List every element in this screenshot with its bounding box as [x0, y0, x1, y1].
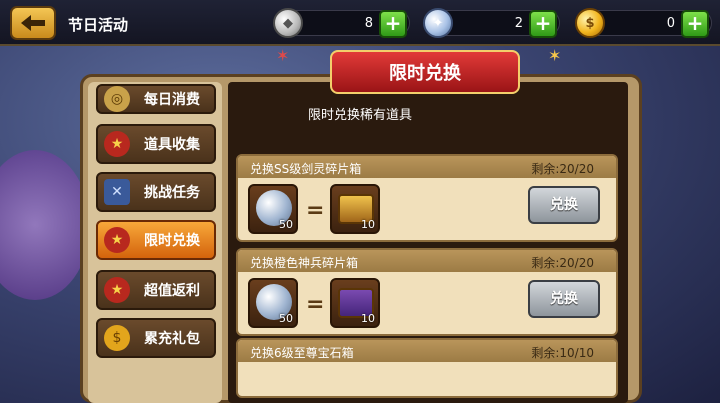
cost-item-slot[interactable]: 50 — [248, 184, 298, 234]
banner-title: 限时兑换 — [389, 63, 461, 84]
sidebar-item-limited-exchange[interactable]: ★ 限时兑换 — [96, 220, 216, 260]
gold-coin-icon: $ — [104, 325, 130, 351]
card-title: 兑换SS级剑灵碎片箱 — [250, 162, 362, 176]
equals-icon: = — [306, 198, 325, 223]
card-header: 兑换橙色神兵碎片箱 剩余:20/20 — [238, 250, 616, 272]
resource-value: 2 — [514, 16, 523, 31]
card-remaining: 剩余:20/20 — [531, 256, 594, 270]
exchange-button[interactable]: 兑换 — [528, 280, 600, 318]
resource-value: 0 — [666, 16, 675, 31]
sidebar-item-label: 道具收集 — [144, 137, 200, 153]
sidebar-item-recharge-gift[interactable]: $ 累充礼包 — [96, 318, 216, 358]
firework-icon: ✶ — [548, 46, 562, 65]
sidebar-item-value-rebate[interactable]: ★ 超值返利 — [96, 270, 216, 310]
card-remaining: 剩余:20/20 — [531, 162, 594, 176]
page-title: 节日活动 — [68, 16, 129, 34]
back-arrow-icon — [21, 15, 45, 31]
exchange-card: 兑换6级至尊宝石箱 剩余:10/10 — [236, 338, 618, 398]
medal-icon: ★ — [104, 131, 130, 157]
exchange-card: 兑换橙色神兵碎片箱 剩余:20/20 50 = 10 兑换 — [236, 248, 618, 336]
coins-icon: ◎ — [104, 86, 130, 112]
cost-count: 50 — [279, 218, 293, 231]
add-diamond-button[interactable]: + — [529, 10, 557, 38]
resource-diamond: ✦ 2 + — [423, 8, 560, 38]
add-gold-button[interactable]: + — [681, 10, 709, 38]
cost-item-slot[interactable]: 50 — [248, 278, 298, 328]
medal-icon: ★ — [104, 227, 130, 253]
resource-value: 8 — [364, 16, 373, 31]
diamond-gem-icon: ✦ — [423, 8, 453, 38]
reward-item-slot[interactable]: 10 — [330, 278, 380, 328]
reward-count: 10 — [361, 218, 375, 231]
card-icon: ✕ — [104, 179, 130, 205]
sidebar-item-item-collect[interactable]: ★ 道具收集 — [96, 124, 216, 164]
equals-icon: = — [306, 292, 325, 317]
reward-count: 10 — [361, 312, 375, 325]
sidebar-item-daily-spend[interactable]: ◎ 每日消费 — [96, 84, 216, 114]
silver-coin-icon: ◆ — [273, 8, 303, 38]
sidebar-item-label: 每日消费 — [144, 92, 200, 108]
resource-silver: ◆ 8 + — [273, 8, 410, 38]
sidebar-item-label: 限时兑换 — [144, 233, 200, 249]
sidebar-item-challenge-task[interactable]: ✕ 挑战任务 — [96, 172, 216, 212]
reward-item-slot[interactable]: 10 — [330, 184, 380, 234]
firework-icon: ✶ — [276, 46, 290, 65]
exchange-card: 兑换SS级剑灵碎片箱 剩余:20/20 50 = 10 兑换 — [236, 154, 618, 242]
sidebar-item-label: 累充礼包 — [144, 331, 200, 347]
card-title: 兑换6级至尊宝石箱 — [250, 346, 354, 360]
medal-icon: ★ — [104, 277, 130, 303]
add-silver-button[interactable]: + — [379, 10, 407, 38]
banner-ribbon: 限时兑换 — [330, 50, 520, 94]
card-header: 兑换SS级剑灵碎片箱 剩余:20/20 — [238, 156, 616, 178]
cost-count: 50 — [279, 312, 293, 325]
sidebar-item-label: 挑战任务 — [144, 185, 200, 201]
exchange-button[interactable]: 兑换 — [528, 186, 600, 224]
background-portal — [0, 150, 90, 300]
section-subtitle: 限时兑换稀有道具 — [308, 108, 413, 123]
gold-coin-icon: $ — [575, 8, 605, 38]
card-remaining: 剩余:10/10 — [531, 346, 594, 360]
sidebar-item-label: 超值返利 — [144, 283, 200, 299]
card-title: 兑换橙色神兵碎片箱 — [250, 256, 359, 270]
back-button[interactable] — [10, 6, 56, 40]
top-bar: 节日活动 ◆ 8 + ✦ 2 + $ 0 + — [0, 0, 720, 46]
resource-gold: $ 0 + — [575, 8, 712, 38]
card-header: 兑换6级至尊宝石箱 剩余:10/10 — [238, 340, 616, 362]
